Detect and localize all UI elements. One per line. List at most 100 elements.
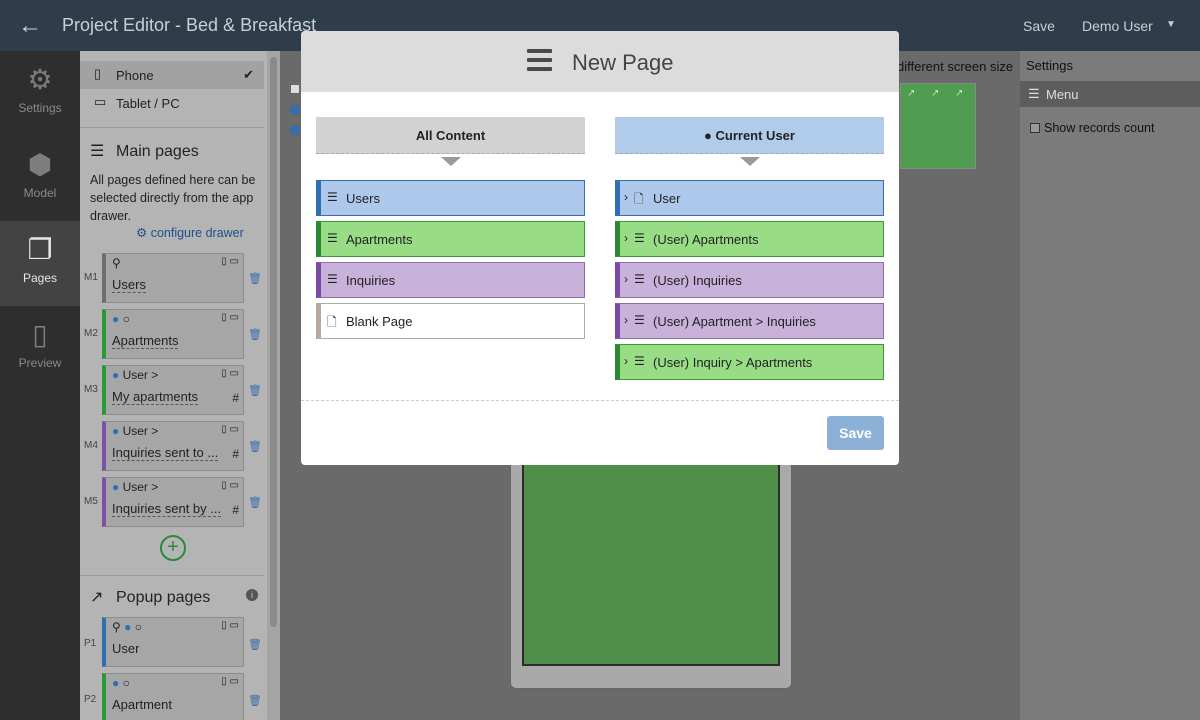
link-label: configure drawer — [150, 226, 244, 240]
option-label: Users — [346, 191, 380, 206]
external-link-icon[interactable]: ↗ — [955, 88, 963, 99]
option-user[interactable]: › 🗋 User — [615, 180, 884, 216]
chevron-right-icon: › — [624, 190, 628, 204]
main-pages-description: All pages defined here can be selected d… — [90, 173, 256, 223]
modal-save-button[interactable]: Save — [827, 416, 884, 450]
device-tablet[interactable]: ▭ Tablet / PC — [80, 89, 264, 117]
popup-card-user[interactable]: ⚲ ● ○ ▯ ▭ User — [102, 617, 244, 667]
pages-icon: ❐ — [27, 234, 53, 265]
page-card-inquiries-sent-to[interactable]: ● User > ▯ ▭ Inquiries sent to ... # — [102, 421, 244, 471]
trash-icon[interactable]: 🗑 — [248, 384, 262, 397]
option-apartments[interactable]: ☰ Apartments — [316, 221, 585, 257]
trash-icon[interactable]: 🗑 — [248, 272, 262, 285]
page-card-apartments[interactable]: ● ○ ▯ ▭ Apartments — [102, 309, 244, 359]
user-menu[interactable]: Demo User — [1082, 18, 1153, 34]
checkbox-checked[interactable] — [290, 105, 300, 115]
nav-label: Preview — [18, 356, 62, 370]
page-name[interactable]: Users — [112, 277, 146, 293]
trash-icon[interactable]: 🗑 — [248, 638, 262, 651]
nav-label: Settings — [18, 101, 62, 115]
trash-icon[interactable]: 🗑 — [248, 328, 262, 341]
nav-pages[interactable]: ❐ Pages — [0, 221, 80, 306]
menu-section[interactable]: ☰ Menu — [1020, 81, 1200, 107]
configure-drawer-link[interactable]: ⚙ configure drawer — [136, 225, 244, 240]
nav-settings[interactable]: ⚙ Settings — [0, 51, 80, 136]
section-label: Main pages — [116, 143, 199, 160]
page-card-inquiries-sent-by[interactable]: ● User > ▯ ▭ Inquiries sent by ... # — [102, 477, 244, 527]
top-save-button[interactable]: Save — [1023, 18, 1055, 34]
show-records-count-label: Show records count — [1044, 121, 1155, 135]
page-code: M1 — [84, 272, 98, 283]
chevron-right-icon: › — [624, 231, 628, 245]
list-icon: ☰ — [634, 313, 645, 327]
page-meta: ● User > — [112, 368, 158, 382]
checkbox[interactable] — [290, 84, 300, 94]
option-user-apartments[interactable]: › ☰ (User) Apartments — [615, 221, 884, 257]
chevron-right-icon: › — [624, 354, 628, 368]
page-icon: 🗋 — [634, 192, 644, 206]
option-user-apartment-inquiries[interactable]: › ☰ (User) Apartment > Inquiries — [615, 303, 884, 339]
option-users[interactable]: ☰ Users — [316, 180, 585, 216]
external-link-icon: ↗ — [90, 589, 104, 606]
external-link-icon[interactable]: ↗ — [907, 88, 915, 99]
page-code: M4 — [84, 440, 98, 451]
panel-scrollbar[interactable] — [267, 51, 280, 720]
device-icons: ▯ ▭ — [221, 256, 239, 267]
trash-icon[interactable]: 🗑 — [248, 496, 262, 509]
list-icon: ☰ — [327, 272, 338, 286]
popup-pages-title: ↗ Popup pages — [90, 587, 210, 607]
page-code: P1 — [84, 638, 97, 649]
external-link-icon[interactable]: ↗ — [931, 88, 939, 99]
page-name[interactable]: Inquiries sent to ... — [112, 445, 219, 461]
option-inquiries[interactable]: ☰ Inquiries — [316, 262, 585, 298]
trash-icon[interactable]: 🗑 — [248, 694, 262, 707]
popup-card-apartment[interactable]: ● ○ ▯ ▭ Apartment — [102, 673, 244, 720]
settings-title: Settings — [1026, 58, 1073, 73]
list-icon: ☰ — [634, 354, 645, 368]
scrollbar-thumb[interactable] — [270, 57, 277, 627]
page-thumbnails[interactable]: ↗ ↗ ↗ — [900, 83, 976, 169]
caret-down-icon[interactable]: ▼ — [1166, 19, 1176, 30]
left-nav: ⚙ Settings ⬢ Model ❐ Pages ▯ Preview — [0, 51, 80, 720]
page-code: M5 — [84, 496, 98, 507]
divider — [80, 127, 264, 128]
device-phone[interactable]: ▯ Phone ✔ — [80, 61, 264, 89]
cube-icon: ⬢ — [27, 149, 53, 180]
user-icon: ● ○ — [112, 312, 130, 326]
hash-icon: # — [232, 503, 239, 517]
phone-icon: ▯ — [94, 66, 102, 81]
option-label: Inquiries — [346, 273, 396, 288]
checkbox-checked[interactable] — [290, 125, 300, 135]
page-card-my-apartments[interactable]: ● User > ▯ ▭ My apartments # — [102, 365, 244, 415]
page-meta-icons: ⚲ ● ○ — [112, 620, 142, 634]
trash-icon[interactable]: 🗑 — [248, 440, 262, 453]
page-name[interactable]: Apartments — [112, 333, 179, 349]
page-name[interactable]: Inquiries sent by ... — [112, 501, 222, 517]
nav-preview[interactable]: ▯ Preview — [0, 306, 80, 391]
add-page-button[interactable]: + — [160, 535, 186, 561]
page-name[interactable]: Apartment — [112, 697, 172, 712]
tablet-icon: ▯ — [32, 319, 48, 350]
modal-footer-divider — [301, 400, 899, 401]
show-records-count-checkbox[interactable] — [1030, 123, 1040, 133]
option-user-inquiries[interactable]: › ☰ (User) Inquiries — [615, 262, 884, 298]
option-user-inquiry-apartments[interactable]: › ☰ (User) Inquiry > Apartments — [615, 344, 884, 380]
meta-label: User > — [122, 368, 159, 382]
page-name[interactable]: My apartments — [112, 389, 198, 405]
page-code: P2 — [84, 694, 97, 705]
meta-label: User > — [122, 424, 159, 438]
nav-model[interactable]: ⬢ Model — [0, 136, 80, 221]
modal-header: New Page — [301, 31, 899, 92]
device-icons: ▯ ▭ — [221, 424, 239, 435]
gear-icon: ⚙ — [27, 64, 53, 95]
user-icon: ● — [112, 368, 120, 382]
page-code: M3 — [84, 384, 98, 395]
option-label: (User) Apartment > Inquiries — [653, 314, 816, 329]
back-arrow-icon[interactable]: ← — [18, 12, 42, 40]
info-icon[interactable]: i — [246, 589, 258, 601]
option-blank-page[interactable]: 🗋 Blank Page — [316, 303, 585, 339]
page-name[interactable]: User — [112, 641, 139, 656]
page-icon: 🗋 — [327, 315, 337, 329]
page-card-users[interactable]: ⚲ ▯ ▭ Users — [102, 253, 244, 303]
all-content-header: All Content — [316, 117, 585, 154]
